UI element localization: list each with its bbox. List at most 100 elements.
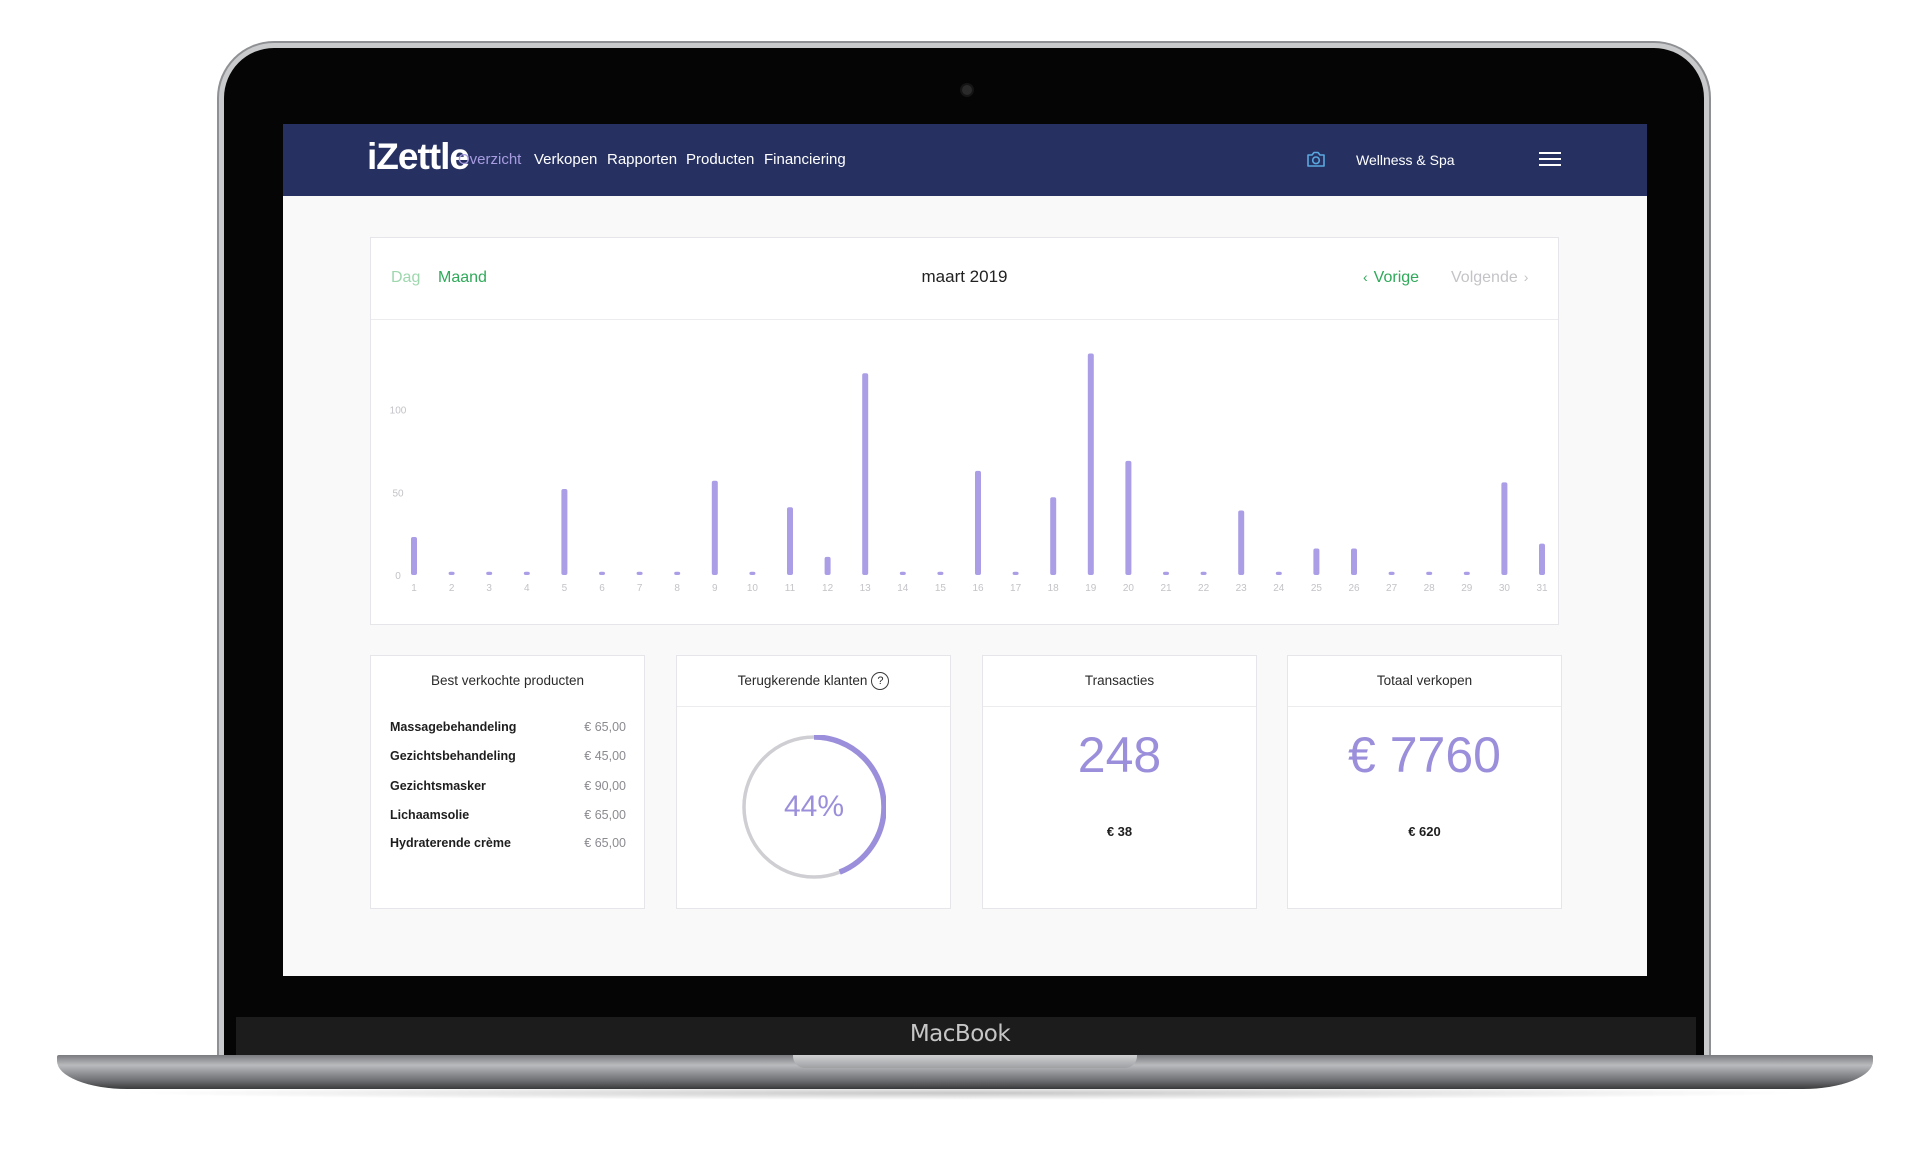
chevron-right-icon: › <box>1523 269 1529 285</box>
product-row[interactable]: Gezichtsbehandeling € 45,00 <box>390 749 626 769</box>
product-row[interactable]: Lichaamsolie € 65,00 <box>390 808 626 828</box>
previous-label: Vorige <box>1373 269 1420 286</box>
chart-bar[interactable] <box>1012 571 1019 575</box>
chart-bar[interactable] <box>486 571 493 575</box>
product-price: € 65,00 <box>584 808 626 822</box>
x-tick-label: 28 <box>1424 583 1436 594</box>
x-tick-label: 31 <box>1536 583 1548 594</box>
returning-customers-title: Terugkerende klanten? <box>677 656 950 707</box>
sales-bar-chart: 0501001 2 3 4 5 6 7 8 9 10 11 12 13 14 15 16 17 18 19 20 21 2… <box>390 353 1548 594</box>
chart-bar[interactable] <box>448 571 455 575</box>
x-tick-label: 15 <box>935 583 947 594</box>
x-tick-label: 9 <box>712 583 718 594</box>
x-tick-label: 10 <box>747 583 759 594</box>
chart-bar[interactable] <box>937 571 944 575</box>
transactions-title: Transacties <box>983 656 1256 707</box>
transactions-sub-value: € 38 <box>1106 824 1133 839</box>
product-name: Massagebehandeling <box>390 720 517 734</box>
chart-bar[interactable] <box>1539 543 1545 575</box>
chart-bar[interactable] <box>975 470 981 575</box>
chart-bar[interactable] <box>711 480 718 575</box>
hamburger-menu-icon[interactable] <box>1539 152 1561 168</box>
x-tick-label: 1 <box>411 583 417 594</box>
x-tick-label: 11 <box>785 583 796 594</box>
x-tick-label: 27 <box>1386 583 1398 594</box>
y-tick-label: 100 <box>390 406 407 417</box>
store-name[interactable]: Wellness & Spa <box>1356 152 1455 168</box>
x-tick-label: 25 <box>1311 583 1323 594</box>
x-tick-label: 5 <box>562 583 568 594</box>
x-tick-label: 26 <box>1348 583 1360 594</box>
x-tick-label: 8 <box>674 583 680 594</box>
top-navigation-bar: iZettle Overzicht Verkopen Rapporten Pro… <box>283 124 1647 196</box>
camera-icon[interactable] <box>1306 150 1326 168</box>
y-tick-label: 0 <box>395 571 401 582</box>
chart-bar[interactable] <box>1388 571 1395 575</box>
best-products-card: Best verkochte producten Massagebehandel… <box>370 655 645 909</box>
chart-bar[interactable] <box>411 536 417 575</box>
x-tick-label: 2 <box>449 583 455 594</box>
chart-bar[interactable] <box>1163 571 1169 575</box>
chart-bar[interactable] <box>599 571 605 575</box>
product-name: Gezichtsmasker <box>390 779 486 793</box>
x-tick-label: 20 <box>1123 583 1135 594</box>
chart-bar[interactable] <box>1351 548 1357 575</box>
chart-bar[interactable] <box>1275 571 1282 575</box>
chart-bar[interactable] <box>1426 571 1433 575</box>
x-tick-label: 6 <box>599 583 605 594</box>
chart-bar[interactable] <box>749 571 756 575</box>
chart-bar[interactable] <box>1125 460 1132 575</box>
x-tick-label: 19 <box>1085 583 1097 594</box>
chart-bar[interactable] <box>1050 497 1057 575</box>
product-row[interactable]: Massagebehandeling € 65,00 <box>390 720 626 740</box>
x-tick-label: 14 <box>897 583 909 594</box>
x-tick-label: 17 <box>1010 583 1022 594</box>
laptop-base-notch <box>793 1055 1137 1068</box>
chart-bar[interactable] <box>523 571 530 575</box>
chart-bar[interactable] <box>1087 353 1094 575</box>
product-price: € 90,00 <box>584 779 626 793</box>
chart-bar[interactable] <box>862 373 869 575</box>
product-price: € 45,00 <box>584 749 626 763</box>
returning-customers-card: Terugkerende klanten? 44% <box>676 655 951 909</box>
product-row[interactable]: Gezichtsmasker € 90,00 <box>390 779 626 799</box>
nav-item-verkopen[interactable]: Verkopen <box>534 151 597 168</box>
chart-bar[interactable] <box>1501 482 1508 575</box>
nav-item-rapporten[interactable]: Rapporten <box>607 151 677 168</box>
x-tick-label: 18 <box>1048 583 1060 594</box>
laptop-shadow <box>120 1086 1810 1100</box>
chart-bar[interactable] <box>1238 510 1245 575</box>
x-tick-label: 29 <box>1461 583 1473 594</box>
total-sales-title: Totaal verkopen <box>1288 656 1561 707</box>
product-row[interactable]: Hydraterende crème € 65,00 <box>390 836 626 856</box>
next-period-button[interactable]: Volgende › <box>1451 269 1528 287</box>
nav-item-producten[interactable]: Producten <box>686 151 754 168</box>
product-name: Hydraterende crème <box>390 836 511 850</box>
chart-bar[interactable] <box>636 571 643 575</box>
best-products-title: Best verkochte producten <box>430 673 585 688</box>
x-tick-label: 23 <box>1236 583 1248 594</box>
webcam-icon <box>962 85 972 95</box>
nav-item-overzicht[interactable]: Overzicht <box>458 151 521 168</box>
x-tick-label: 13 <box>860 583 872 594</box>
y-tick-label: 50 <box>392 488 404 499</box>
chart-bar[interactable] <box>787 507 793 575</box>
izettle-logo[interactable]: iZettle <box>367 136 470 178</box>
chart-bar[interactable] <box>824 556 831 575</box>
x-tick-label: 3 <box>486 583 492 594</box>
x-tick-label: 4 <box>524 583 530 594</box>
previous-period-button[interactable]: ‹ Vorige <box>1363 269 1419 287</box>
chart-bar[interactable] <box>561 489 568 575</box>
nav-item-financiering[interactable]: Financiering <box>764 151 846 168</box>
x-tick-label: 22 <box>1198 583 1210 594</box>
chart-bar[interactable] <box>1200 571 1207 575</box>
chart-bar[interactable] <box>674 571 681 575</box>
transactions-value: 248 <box>1077 727 1162 783</box>
help-icon[interactable]: ? <box>871 672 890 691</box>
chart-bar[interactable] <box>899 571 906 575</box>
returning-customers-label: Terugkerende klanten <box>737 673 868 688</box>
chart-bar[interactable] <box>1313 548 1320 575</box>
chart-card-header: Dag Maand maart 2019 ‹ Vorige Volgende › <box>371 238 1558 320</box>
chart-bar[interactable] <box>1463 571 1470 575</box>
sales-chart-card: Dag Maand maart 2019 ‹ Vorige Volgende › 0… <box>370 237 1559 625</box>
